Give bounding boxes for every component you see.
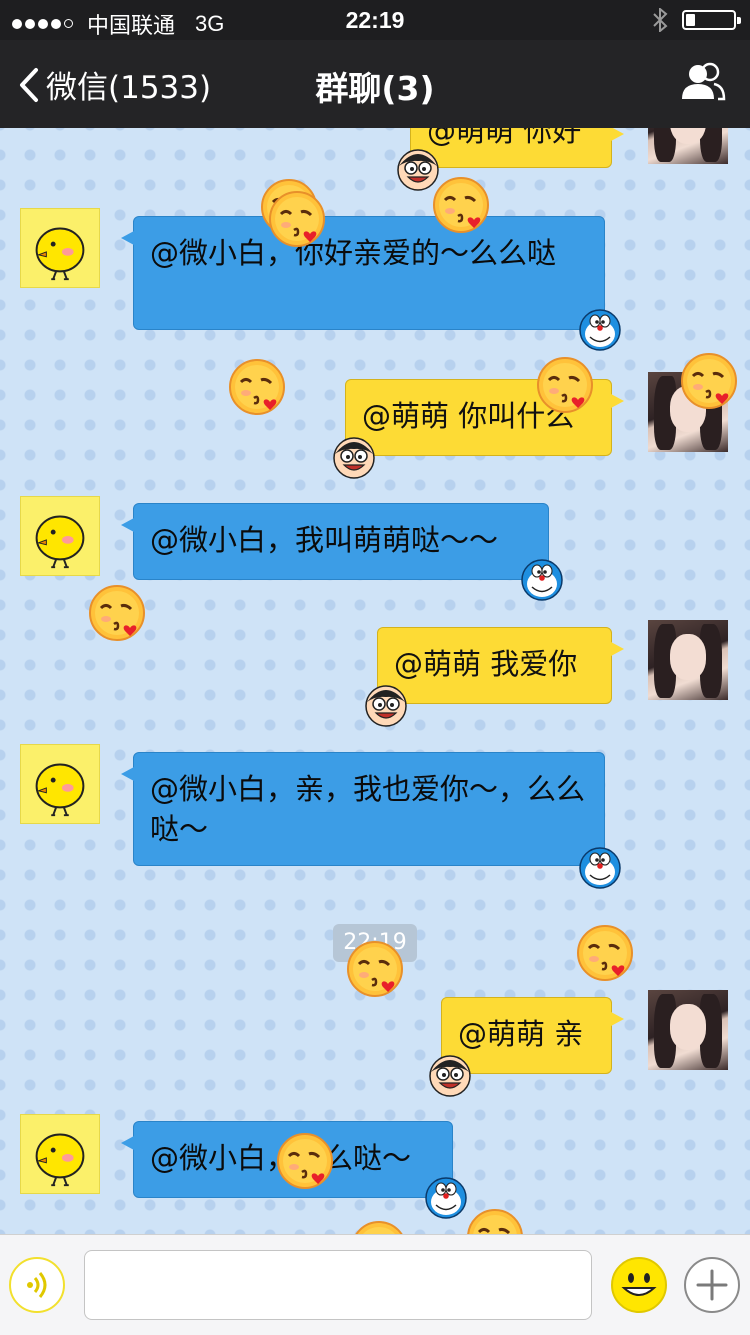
nav-bar: 微信(1533) 群聊(3) (0, 40, 750, 128)
group-members-button[interactable] (680, 62, 726, 106)
message-bubble-right[interactable]: @萌萌 我爱你 (377, 627, 624, 704)
doraemon-sticker-icon (521, 559, 563, 601)
input-bar (0, 1234, 750, 1335)
plus-icon (696, 1269, 728, 1301)
chick-avatar-icon (35, 763, 85, 817)
kiss-emoji-icon (536, 356, 594, 414)
kiss-emoji-icon (350, 1220, 408, 1234)
avatar-me[interactable] (648, 128, 728, 164)
chick-avatar-icon (35, 1133, 85, 1187)
message-bubble-left[interactable]: @微小白，我叫萌萌哒～～ (121, 503, 549, 580)
status-bar: 中国联通 3G 22:19 (0, 0, 750, 40)
chick-avatar-icon (35, 227, 85, 281)
group-members-icon (682, 62, 726, 101)
message-bubble-right[interactable]: @萌萌 你好 (410, 128, 624, 168)
doraemon-sticker-icon (579, 309, 621, 351)
more-options-button[interactable] (684, 1257, 740, 1313)
kiss-emoji-icon (432, 176, 490, 234)
avatar-xiaobai[interactable] (20, 1114, 100, 1194)
avatar-me[interactable] (648, 990, 728, 1070)
bluetooth-icon (653, 8, 668, 32)
kiss-emoji-icon (88, 584, 146, 642)
kiss-emoji-icon (680, 352, 738, 410)
status-right (652, 8, 741, 32)
emoji-button[interactable] (610, 1256, 668, 1314)
nobita-sticker-icon (365, 685, 407, 727)
voice-input-button[interactable] (9, 1257, 65, 1313)
avatar-xiaobai[interactable] (20, 496, 100, 576)
chat-title: 群聊(3) (315, 69, 435, 108)
message-bubble-left[interactable]: @微小白，你好亲爱的～么么哒 (121, 216, 605, 330)
doraemon-sticker-icon (579, 847, 621, 889)
nobita-sticker-icon (429, 1055, 471, 1097)
voice-icon (27, 1272, 47, 1298)
chick-avatar-icon (35, 515, 85, 569)
kiss-emoji-icon (268, 190, 326, 248)
doraemon-sticker-icon (425, 1177, 467, 1219)
clock: 22:19 (345, 7, 405, 33)
message-bubble-left[interactable]: @微小白，亲，我也爱你～，么么哒～ (121, 752, 605, 866)
kiss-emoji-icon (576, 924, 634, 982)
avatar-xiaobai[interactable] (20, 208, 100, 288)
kiss-emoji-icon (346, 940, 404, 998)
kiss-emoji-icon (228, 358, 286, 416)
battery-icon (682, 10, 741, 30)
avatar-me[interactable] (648, 620, 728, 700)
nobita-sticker-icon (333, 437, 375, 479)
kiss-emoji-icon (466, 1208, 524, 1234)
avatar-xiaobai[interactable] (20, 744, 100, 824)
message-input[interactable] (84, 1250, 592, 1320)
kiss-emoji-icon (276, 1132, 334, 1190)
emoji-icon (611, 1257, 667, 1313)
chat-area[interactable]: @萌萌 你好 @微小白，你好亲爱的～么么哒 @萌萌 你叫什么 @微小白，我叫萌萌… (0, 128, 750, 1234)
